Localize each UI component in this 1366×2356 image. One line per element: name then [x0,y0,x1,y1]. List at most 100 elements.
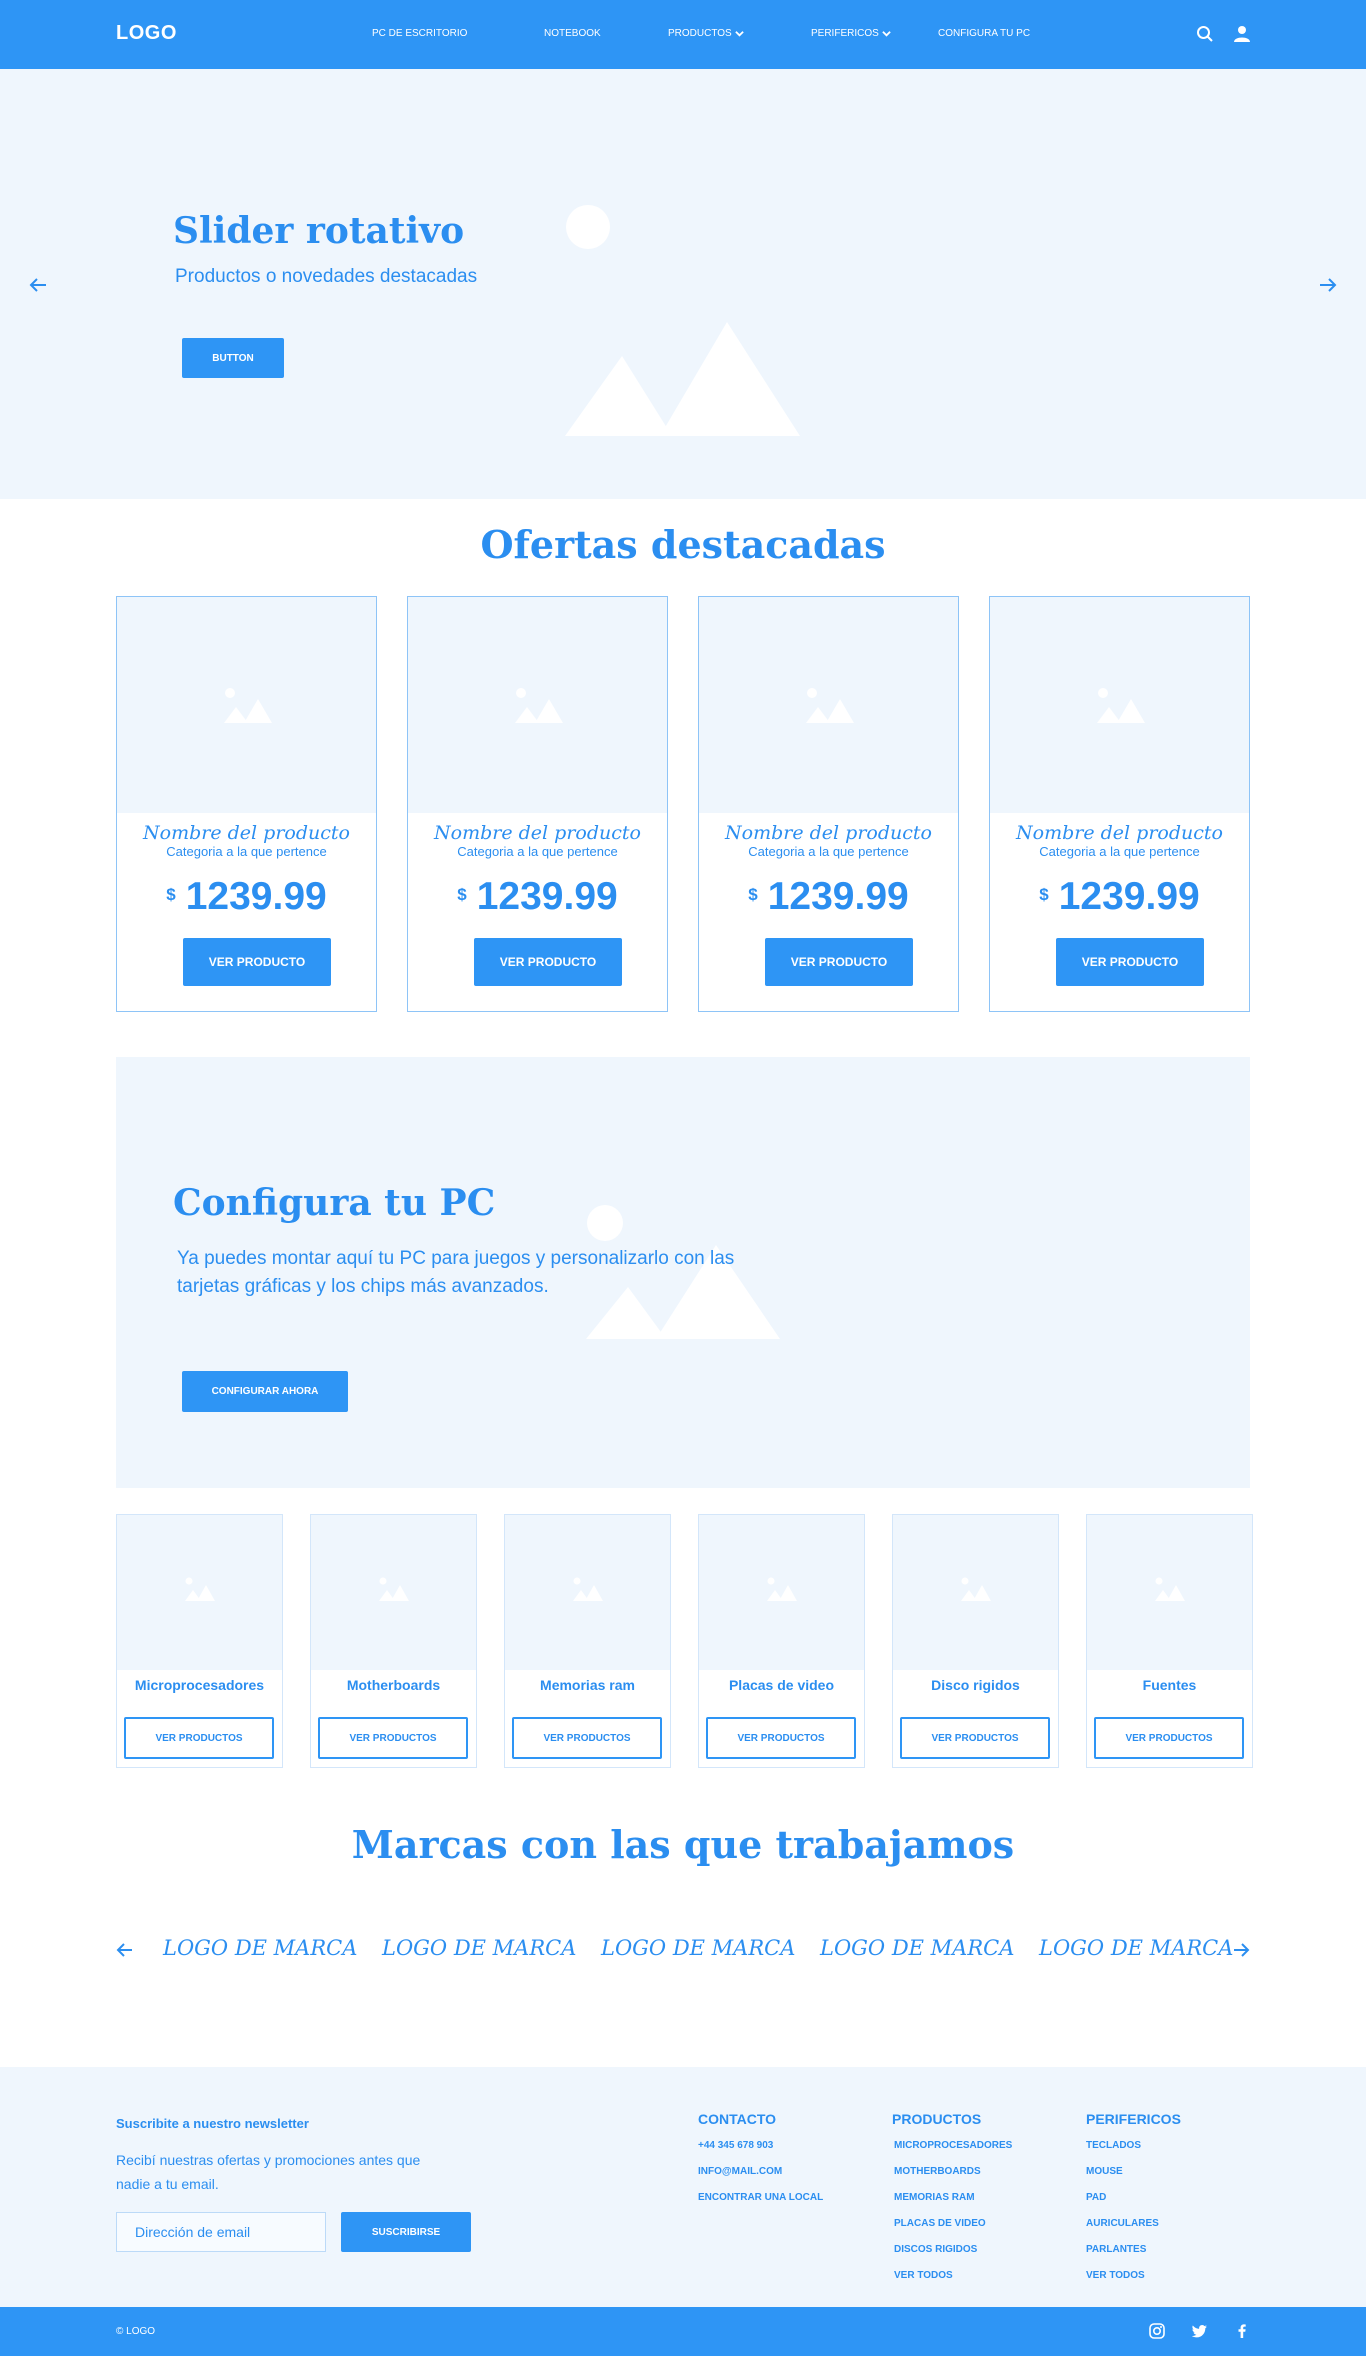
category-image [1087,1515,1252,1670]
view-products-button[interactable]: VER PRODUCTOS [512,1717,662,1759]
instagram-icon[interactable] [1148,2322,1166,2340]
product-category: Categoria a la que pertence [748,844,909,859]
view-products-button[interactable]: VER PRODUCTOS [900,1717,1050,1759]
footer-link[interactable]: MICROPROCESADORES [894,2140,1012,2151]
view-products-button[interactable]: VER PRODUCTOS [706,1717,856,1759]
footer-link[interactable]: VER TODOS [1086,2270,1145,2281]
brand-logo[interactable]: LOGO DE MARCA [163,1936,357,1960]
footer-peripherals-title: PERIFERICOS [1086,2111,1181,2127]
nav-item-label: PC DE ESCRITORIO [372,28,468,39]
chevron-down-icon [734,31,744,37]
price-value: 1239.99 [476,875,618,918]
category-label: Fuentes [1142,1677,1197,1693]
footer-link[interactable]: MEMORIAS RAM [894,2192,975,2203]
category-image [117,1515,282,1670]
copyright: © LOGO [116,2326,156,2337]
brands-title: Marcas con las que trabajamos [351,1822,1015,1867]
arrow-left-icon[interactable] [115,1940,135,1960]
view-products-button[interactable]: VER PRODUCTOS [1094,1717,1244,1759]
product-image [408,597,667,813]
search-icon[interactable] [1195,24,1215,44]
footer-phone-link[interactable]: +44 345 678 903 [698,2140,773,2151]
price-currency: $ [1039,885,1049,904]
footer-email-link[interactable]: INFO@MAIL.COM [698,2166,782,2177]
footer-link[interactable]: VER TODOS [894,2270,953,2281]
footer-link[interactable]: PAD [1086,2192,1106,2203]
view-product-button[interactable]: VER PRODUCTO [765,938,913,986]
configure-banner: Configura tu PC Ya puedes montar aquí tu… [116,1057,1250,1488]
view-product-button[interactable]: VER PRODUCTO [1056,938,1204,986]
nav-item-productos[interactable]: PRODUCTOS [668,28,744,39]
view-product-button[interactable]: VER PRODUCTO [183,938,331,986]
price-value: 1239.99 [767,875,909,918]
twitter-icon[interactable] [1191,2322,1209,2340]
footer-link[interactable]: AURICULARES [1086,2218,1159,2229]
category-label: Motherboards [346,1677,441,1693]
arrow-right-icon[interactable] [1231,1940,1251,1960]
hero-button[interactable]: BUTTON [182,338,284,378]
nav-item-label: PRODUCTOS [668,28,732,39]
bottom-bar: © LOGO [0,2307,1366,2356]
product-image [117,597,376,813]
email-field[interactable] [116,2212,326,2252]
image-placeholder-icon [961,1577,991,1601]
product-price: $1239.99 [117,875,376,919]
category-card: Fuentes VER PRODUCTOS [1086,1514,1253,1768]
product-price: $1239.99 [699,875,958,919]
category-label: Placas de video [728,1677,835,1693]
footer-link[interactable]: PARLANTES [1086,2244,1146,2255]
nav-item-configura[interactable]: CONFIGURA TU PC [938,28,1030,39]
category-label: Disco rigidos [931,1677,1020,1693]
arrow-left-icon[interactable] [27,274,49,296]
facebook-icon[interactable] [1233,2322,1251,2340]
footer-contact-title: CONTACTO [698,2111,777,2127]
view-product-button[interactable]: VER PRODUCTO [474,938,622,986]
footer-store-link[interactable]: ENCONTRAR UNA LOCAL [698,2192,823,2203]
chevron-down-icon [882,31,891,37]
subscribe-button[interactable]: SUSCRIBIRSE [341,2212,471,2252]
hero-slider: Slider rotativo Productos o novedades de… [0,69,1366,499]
category-card: Memorias ram VER PRODUCTOS [504,1514,671,1768]
product-category: Categoria a la que pertence [1039,844,1200,859]
product-name[interactable]: Nombre del producto [408,822,667,844]
newsletter-text: Recibí nuestras ofertas y promociones an… [116,2152,421,2192]
view-products-button[interactable]: VER PRODUCTOS [124,1717,274,1759]
price-value: 1239.99 [185,875,327,918]
nav-item-label: CONFIGURA TU PC [938,28,1031,39]
view-products-button[interactable]: VER PRODUCTOS [318,1717,468,1759]
product-image [699,597,958,813]
footer-link[interactable]: DISCOS RIGIDOS [894,2244,977,2255]
configure-now-button[interactable]: CONFIGURAR AHORA [182,1371,348,1412]
nav-item-perifericos[interactable]: PERIFERICOS [811,28,891,39]
price-currency: $ [457,885,467,904]
user-icon[interactable] [1232,24,1252,44]
nav-item-notebook[interactable]: NOTEBOOK [544,28,601,39]
product-price: $1239.99 [408,875,667,919]
category-card: Placas de video VER PRODUCTOS [698,1514,865,1768]
product-card: Nombre del producto Categoria a la que p… [698,596,959,1012]
product-name[interactable]: Nombre del producto [990,822,1249,844]
nav-item-pc-escritorio[interactable]: PC DE ESCRITORIO [372,28,467,39]
configure-text: Ya puedes montar aquí tu PC para juegos … [177,1248,735,1297]
arrow-right-icon[interactable] [1317,274,1339,296]
site-logo[interactable]: LOGO [116,22,177,45]
category-label: Memorias ram [540,1677,635,1693]
brand-logo[interactable]: LOGO DE MARCA [601,1936,795,1960]
image-placeholder-icon [1155,1577,1185,1601]
nav-item-label: PERIFERICOS [811,28,879,39]
image-placeholder-icon [565,205,800,436]
brand-logo[interactable]: LOGO DE MARCA [382,1936,576,1960]
category-card: Disco rigidos VER PRODUCTOS [892,1514,1059,1768]
footer-link[interactable]: TECLADOS [1086,2140,1141,2151]
brand-logo[interactable]: LOGO DE MARCA [820,1936,1014,1960]
hero-title: Slider rotativo [173,210,465,252]
footer-link[interactable]: PLACAS DE VIDEO [894,2218,986,2229]
product-category: Categoria a la que pertence [457,844,618,859]
footer-link[interactable]: MOTHERBOARDS [894,2166,981,2177]
product-name[interactable]: Nombre del producto [117,822,376,844]
image-placeholder-icon [379,1577,409,1601]
brand-logo[interactable]: LOGO DE MARCA [1039,1936,1233,1960]
price-currency: $ [748,885,758,904]
footer-link[interactable]: MOUSE [1086,2166,1123,2177]
product-name[interactable]: Nombre del producto [699,822,958,844]
